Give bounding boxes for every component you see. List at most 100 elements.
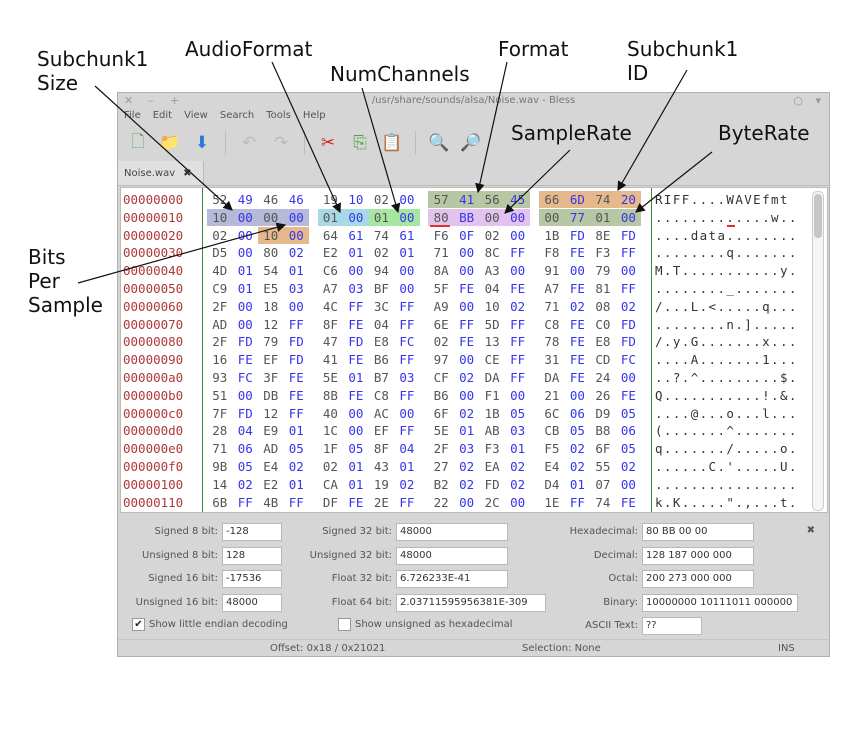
hex-byte[interactable]: DA (479, 369, 505, 386)
menu-search[interactable]: Search (220, 110, 254, 121)
checkbox-unchecked-icon[interactable] (338, 618, 351, 631)
ascii-text[interactable]: /.y.G.......x... (655, 333, 798, 350)
hex-byte[interactable]: 00 (284, 298, 310, 315)
hex-byte[interactable]: FE (565, 316, 591, 333)
hex-byte[interactable]: FC (616, 351, 642, 368)
hex-byte[interactable]: D5 (207, 244, 233, 261)
copy-icon[interactable]: ⎘ (348, 130, 372, 156)
hex-byte[interactable]: 02 (318, 458, 344, 475)
hex-byte[interactable]: FD (284, 333, 310, 350)
hex-byte[interactable]: 02 (454, 458, 480, 475)
hex-byte[interactable]: 02 (454, 476, 480, 493)
hex-byte[interactable]: D4 (539, 476, 565, 493)
hex-byte[interactable]: F8 (539, 244, 565, 261)
hex-byte[interactable]: 31 (539, 351, 565, 368)
value-field[interactable]: 128 (222, 546, 282, 565)
redo-icon[interactable]: ↷ (269, 130, 293, 156)
hex-byte[interactable]: 01 (284, 262, 310, 279)
hex-byte[interactable]: 93 (207, 369, 233, 386)
hex-byte[interactable]: 00 (233, 298, 259, 315)
value-field[interactable]: 2.03711595956381E-309 (396, 593, 546, 612)
hex-byte[interactable]: 8F (318, 316, 344, 333)
hex-byte[interactable]: FF (343, 298, 369, 315)
hex-byte[interactable]: FD (616, 227, 642, 244)
menu-edit[interactable]: Edit (153, 110, 172, 121)
hex-byte[interactable]: 01 (505, 440, 531, 457)
hex-byte[interactable]: 2E (369, 494, 395, 511)
hex-byte[interactable]: 61 (394, 227, 420, 244)
hex-byte[interactable]: FF (284, 494, 310, 511)
hex-byte[interactable]: 00 (454, 262, 480, 279)
hex-byte[interactable]: A7 (539, 280, 565, 297)
hex-byte[interactable]: FF (505, 316, 531, 333)
hex-byte[interactable]: FC (394, 333, 420, 350)
hex-byte[interactable]: 52 (207, 191, 233, 208)
hex-byte[interactable]: 00 (343, 405, 369, 422)
hex-byte[interactable]: 27 (428, 458, 454, 475)
hex-byte[interactable]: 45 (505, 191, 531, 208)
hex-byte[interactable]: 02 (616, 298, 642, 315)
hex-byte[interactable]: 00 (343, 422, 369, 439)
hex-byte[interactable]: 00 (616, 209, 642, 226)
hex-byte[interactable]: FF (394, 422, 420, 439)
hex-byte[interactable]: 06 (616, 422, 642, 439)
hex-byte[interactable]: 03 (454, 440, 480, 457)
hex-byte[interactable]: 05 (233, 458, 259, 475)
hex-byte[interactable]: 01 (369, 209, 395, 226)
hex-byte[interactable]: DF (318, 494, 344, 511)
hex-byte[interactable]: FF (616, 280, 642, 297)
hex-byte[interactable]: 3F (258, 369, 284, 386)
value-field[interactable]: 48000 (222, 593, 282, 612)
ascii-text[interactable]: k.K.....".,...t. (655, 494, 798, 511)
hex-byte[interactable]: E9 (258, 422, 284, 439)
hex-byte[interactable]: 51 (207, 387, 233, 404)
hex-byte[interactable]: CA (318, 476, 344, 493)
hex-byte[interactable]: 6C (539, 405, 565, 422)
hex-byte[interactable]: 02 (428, 333, 454, 350)
value-field[interactable]: 80 BB 00 00 (642, 523, 754, 541)
hex-byte[interactable]: 97 (428, 351, 454, 368)
hex-byte[interactable]: B2 (428, 476, 454, 493)
hex-byte[interactable]: 00 (233, 316, 259, 333)
hex-byte[interactable]: 2C (479, 494, 505, 511)
tab-noise-wav[interactable]: Noise.wav ✖ (118, 161, 204, 185)
hex-byte[interactable]: 00 (394, 191, 420, 208)
ascii-text[interactable]: ........n.]..... (655, 316, 798, 333)
hex-byte[interactable]: 16 (207, 351, 233, 368)
hex-byte[interactable]: 03 (284, 280, 310, 297)
hex-byte[interactable]: FD (616, 316, 642, 333)
hex-byte[interactable]: C0 (590, 316, 616, 333)
hex-byte[interactable]: 71 (207, 440, 233, 457)
paste-icon[interactable]: 📋 (380, 130, 404, 156)
hex-byte[interactable]: 43 (369, 458, 395, 475)
hex-byte[interactable]: E4 (539, 458, 565, 475)
ascii-text[interactable]: ..?.^.........$. (655, 369, 798, 386)
hex-byte[interactable]: 94 (369, 262, 395, 279)
hex-byte[interactable]: 08 (590, 298, 616, 315)
hex-byte[interactable]: 00 (258, 209, 284, 226)
hex-byte[interactable]: 8A (428, 262, 454, 279)
hex-byte[interactable]: AD (258, 440, 284, 457)
hex-byte[interactable]: 41 (318, 351, 344, 368)
hex-byte[interactable]: 66 (539, 191, 565, 208)
hex-byte[interactable]: 01 (454, 422, 480, 439)
hex-byte[interactable]: 02 (565, 298, 591, 315)
hex-byte[interactable]: 06 (233, 440, 259, 457)
hex-byte[interactable]: 01 (394, 458, 420, 475)
ascii-text[interactable]: .............w.. (655, 209, 798, 226)
hex-byte[interactable]: 13 (479, 333, 505, 350)
window-dropdown-icon[interactable]: ▾ (815, 94, 821, 107)
hex-byte[interactable]: A7 (318, 280, 344, 297)
hex-byte[interactable]: 71 (539, 298, 565, 315)
hex-byte[interactable]: 74 (590, 191, 616, 208)
hex-byte[interactable]: 02 (207, 227, 233, 244)
ascii-text[interactable]: M.T...........y. (655, 262, 798, 279)
hex-byte[interactable]: 01 (284, 476, 310, 493)
hex-byte[interactable]: FE (565, 369, 591, 386)
hex-byte[interactable]: FE (454, 280, 480, 297)
hex-byte[interactable]: 07 (590, 476, 616, 493)
hex-byte[interactable]: 02 (369, 191, 395, 208)
hex-byte[interactable]: FE (343, 494, 369, 511)
hex-byte[interactable]: FD (284, 351, 310, 368)
open-folder-icon[interactable]: 📁 (158, 130, 182, 156)
